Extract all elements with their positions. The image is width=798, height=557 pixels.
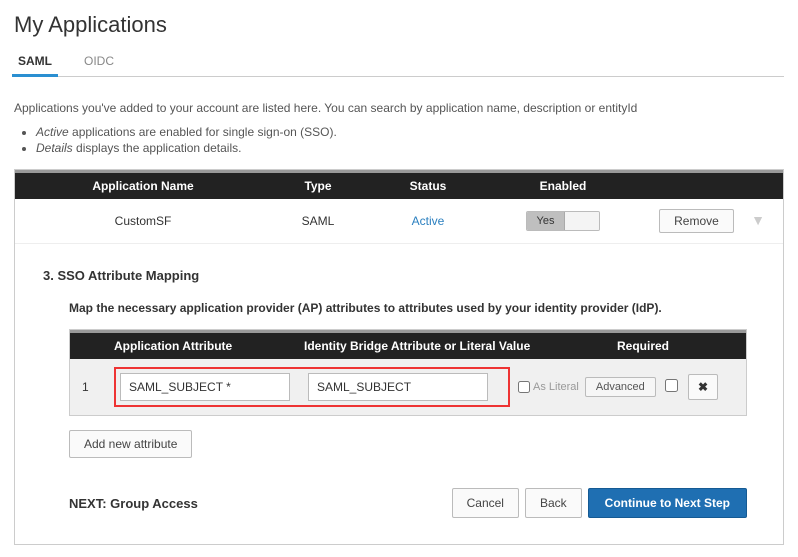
col-header-type: Type [263,179,373,193]
tab-saml[interactable]: SAML [16,48,54,76]
expand-row-icon[interactable]: ▼ [751,212,765,228]
mapping-row: 1 As Literal Advanced ✖ [70,359,746,415]
enabled-toggle[interactable]: Yes [526,211,601,231]
bullet-details-rest: displays the application details. [73,141,242,155]
col-header-name: Application Name [23,179,263,193]
bullet-details-em: Details [36,141,73,155]
col-header-status: Status [373,179,483,193]
footer-bar: NEXT: Group Access Cancel Back Continue … [69,488,747,518]
continue-button[interactable]: Continue to Next Step [588,488,747,518]
applications-header-row: Application Name Type Status Enabled [15,170,783,199]
as-literal-label[interactable]: As Literal [518,381,579,393]
advanced-button[interactable]: Advanced [585,377,656,397]
tab-bar: SAML OIDC [14,48,784,77]
bullet-active: Active applications are enabled for sing… [36,125,784,139]
row-index: 1 [78,380,114,394]
col-header-bridge-val: Identity Bridge Attribute or Literal Val… [304,339,598,353]
tab-oidc[interactable]: OIDC [82,48,116,76]
mapping-header-row: Application Attribute Identity Bridge At… [70,330,746,359]
identity-bridge-value-input[interactable] [308,373,488,401]
applications-panel: Application Name Type Status Enabled Cus… [14,169,784,545]
app-type: SAML [263,214,373,228]
application-attribute-input[interactable] [120,373,290,401]
delete-row-button[interactable]: ✖ [688,374,718,400]
as-literal-checkbox[interactable] [518,381,530,393]
intro-text: Applications you've added to your accoun… [14,101,784,115]
col-header-required: Required [598,339,688,353]
enabled-toggle-off [565,212,599,230]
mapping-table: Application Attribute Identity Bridge At… [69,329,747,416]
app-name: CustomSF [23,214,263,228]
add-new-attribute-button[interactable]: Add new attribute [69,430,192,458]
section-title: 3. SSO Attribute Mapping [43,268,783,283]
section-description: Map the necessary application provider (… [69,301,783,315]
bullet-details: Details displays the application details… [36,141,784,155]
close-icon: ✖ [698,380,708,394]
bullet-active-rest: applications are enabled for single sign… [69,125,337,139]
as-literal-text: As Literal [533,381,579,393]
next-step-label: NEXT: Group Access [69,496,446,511]
cancel-button[interactable]: Cancel [452,488,519,518]
highlighted-fields [114,367,510,407]
page-title: My Applications [14,12,784,38]
intro-bullets: Active applications are enabled for sing… [36,125,784,155]
col-header-app-attr: Application Attribute [114,339,304,353]
app-status-link[interactable]: Active [373,214,483,228]
remove-button[interactable]: Remove [659,209,734,233]
col-header-enabled: Enabled [483,179,643,193]
required-checkbox[interactable] [665,379,678,392]
bullet-active-em: Active [36,125,69,139]
back-button[interactable]: Back [525,488,582,518]
application-row: CustomSF SAML Active Yes Remove ▼ [15,199,783,244]
enabled-toggle-on: Yes [527,212,566,230]
